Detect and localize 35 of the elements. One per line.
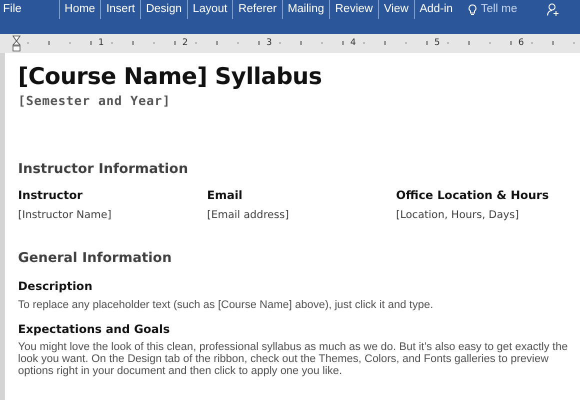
add-person-icon[interactable] [547,3,560,16]
ruler-number: 4 [350,37,356,49]
tell-me-placeholder: Tell me [480,2,518,17]
ribbon-tab[interactable]: View [378,0,414,19]
document-title: [Course Name] Syllabus [18,63,323,91]
subheading: Expectations and Goals [18,320,171,338]
ribbon-tab[interactable]: Design [140,0,187,19]
ribbon-tab[interactable]: Insert [100,0,140,19]
ruler-number: 2 [182,37,188,49]
body-paragraph: You might love the look of this clean, professional syllabus as much as we do. But it’s also easy to get exactly the look you want. On the Design tab of the ribbon, check out the Themes, Colors, and Fonts galleries to preview options right in your document and then click to apply one you like. [18,340,569,377]
ribbon-tab[interactable]: Add-in [414,0,458,19]
tell-me-field[interactable]: Tell me [468,0,518,18]
ruler-number: 3 [266,37,272,49]
ribbon-tab[interactable]: Home [58,0,100,19]
ribbon-tab[interactable]: File [0,0,27,19]
field-label: Email [207,187,244,204]
lightbulb-icon [468,4,477,16]
ribbon-tab[interactable]: Layout [186,0,232,19]
subheading: Description [18,278,94,296]
ribbon-tab[interactable]: Mailing [282,0,330,19]
field-label: Office Location & Hours [396,187,550,204]
indent-marker-icon[interactable] [12,35,21,52]
section-heading: Instructor Information [18,160,190,179]
ruler-number: 1 [98,37,104,49]
section-heading: General Information [18,249,173,268]
ribbon-tab[interactable]: Review [329,0,378,19]
field-value: [Email address] [207,208,290,224]
ribbon-tab[interactable]: Referer [232,0,282,19]
body-paragraph: To replace any placeholder text (such as [Course Name] above), just click it and type. [18,298,434,310]
ruler-number: 5 [434,37,440,49]
field-label: Instructor [18,187,84,204]
field-value: [Instructor Name] [18,208,112,224]
ruler-number: 6 [518,37,524,49]
field-value: [Location, Hours, Days] [396,208,520,224]
document-subtitle: [Semester and Year] [18,92,172,110]
